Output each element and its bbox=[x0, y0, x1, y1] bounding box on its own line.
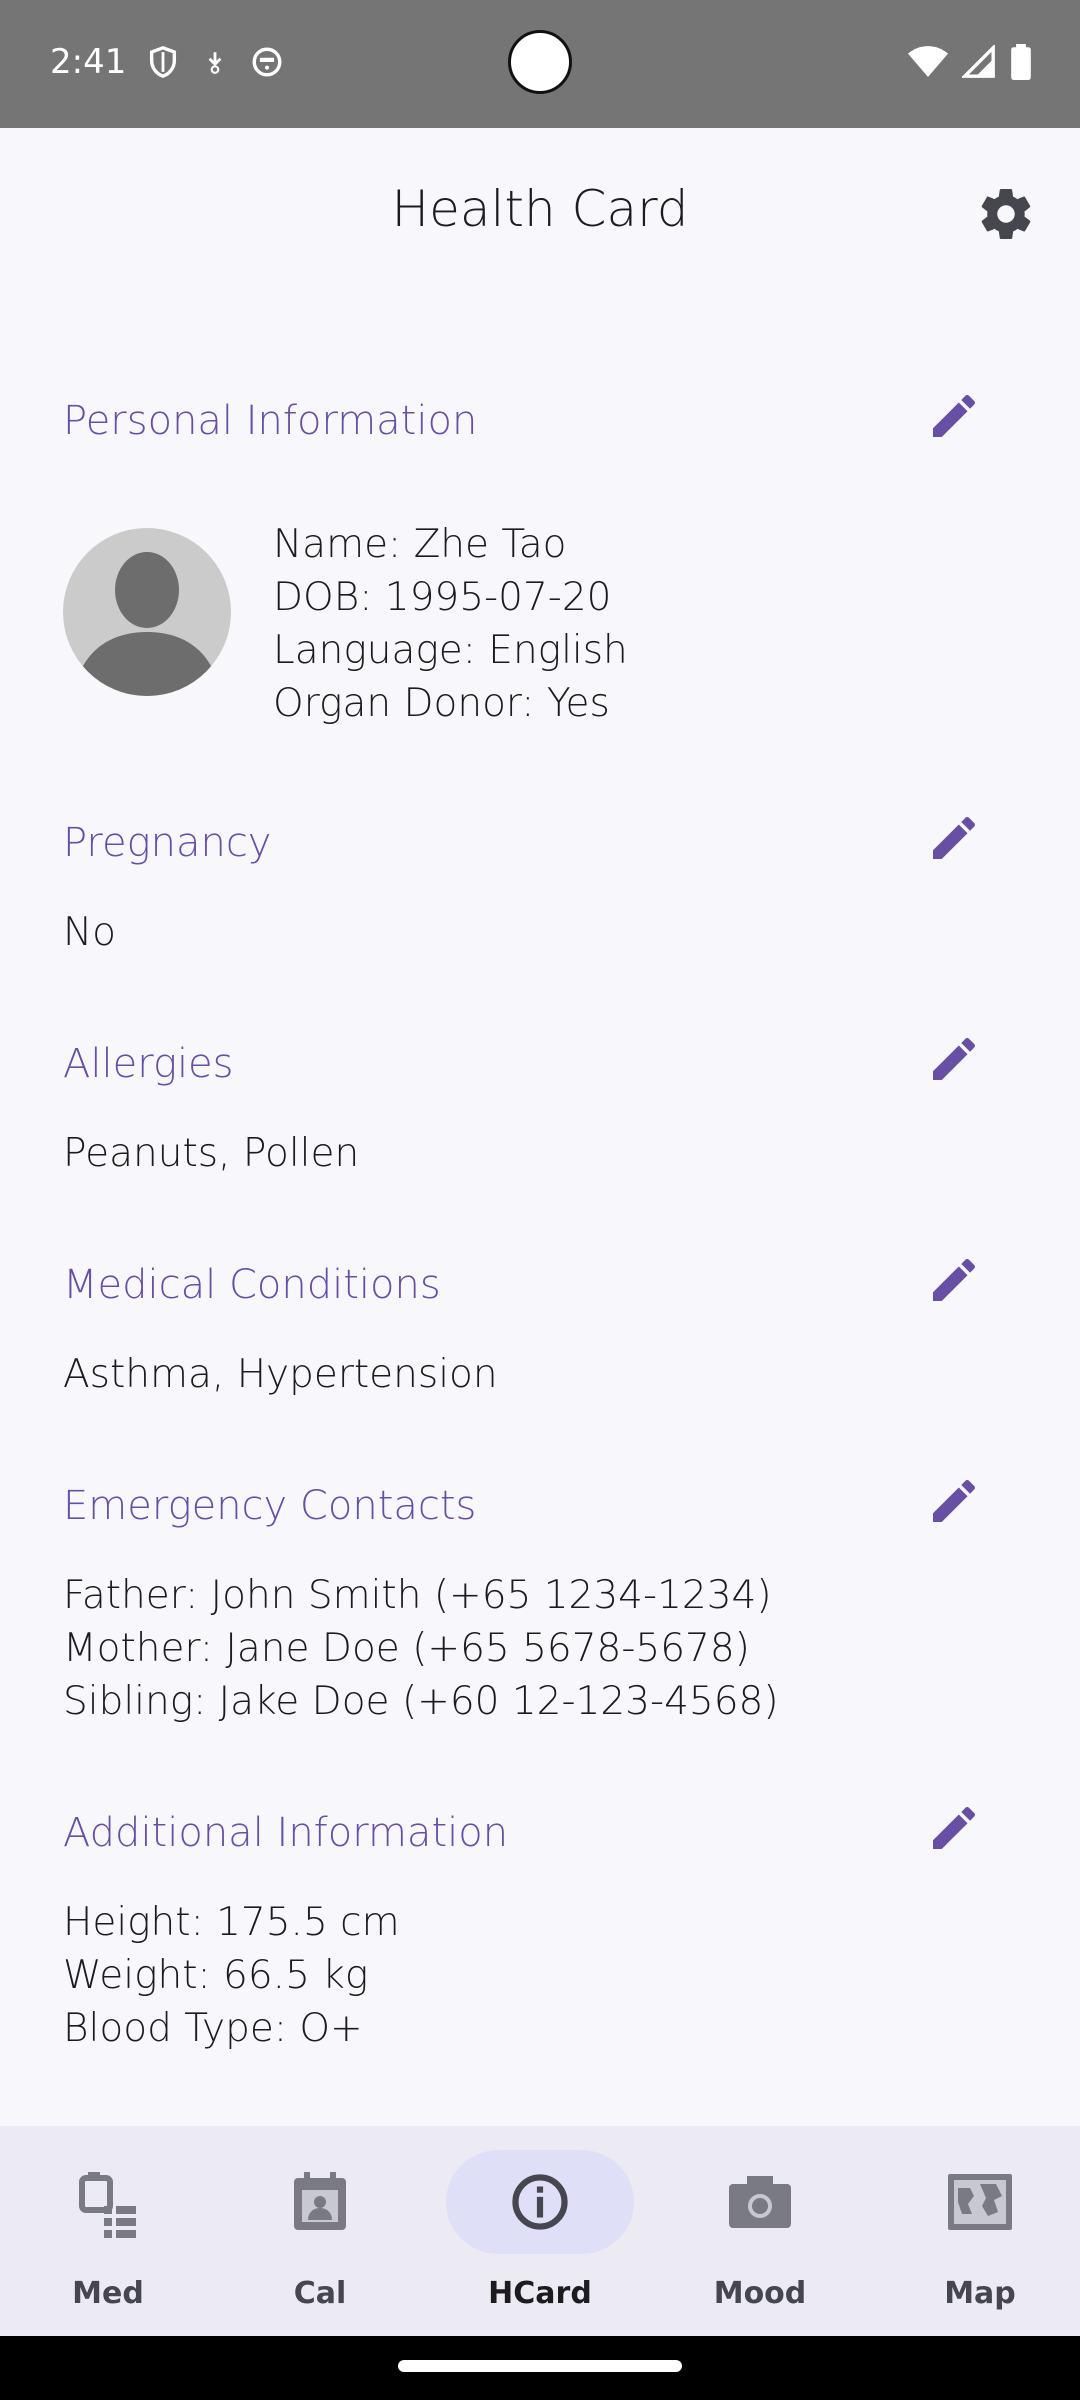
info-icon bbox=[512, 2174, 568, 2230]
person-silhouette-icon bbox=[73, 552, 221, 696]
gear-icon bbox=[981, 189, 1031, 240]
language-text: Language: English bbox=[273, 628, 628, 673]
status-icons-left bbox=[146, 44, 284, 80]
pencil-icon bbox=[933, 1037, 976, 1080]
nav-item-hcard[interactable]: HCard bbox=[432, 2126, 648, 2336]
organ-donor-text: Organ Donor: Yes bbox=[273, 681, 610, 726]
bottom-navigation: Med Cal HCard Mood Map bbox=[0, 2126, 1080, 2336]
nav-label-med: Med bbox=[72, 2276, 144, 2311]
nav-icon-container bbox=[446, 2150, 634, 2254]
battery-icon bbox=[1011, 44, 1031, 80]
nav-icon-container bbox=[666, 2150, 854, 2254]
contact-line: Sibling: Jake Doe (+60 12-123-4568) bbox=[63, 1679, 779, 1724]
pencil-icon bbox=[933, 1258, 976, 1301]
blood-type-text: Blood Type: O+ bbox=[63, 2006, 363, 2051]
shield-icon bbox=[149, 46, 177, 78]
nav-icon-container bbox=[226, 2150, 414, 2254]
name-text: Name: Zhe Tao bbox=[273, 522, 567, 567]
personal-details: Name: Zhe Tao DOB: 1995-07-20 Language: … bbox=[273, 518, 628, 730]
avatar bbox=[63, 528, 231, 696]
emergency-contacts-title: Emergency Contacts bbox=[63, 1483, 477, 1529]
status-icons-right bbox=[908, 44, 1032, 80]
page-title: Health Card bbox=[391, 180, 689, 238]
pencil-icon bbox=[933, 394, 976, 437]
nav-item-map[interactable]: Map bbox=[872, 2126, 1080, 2336]
nav-icon-container bbox=[886, 2150, 1074, 2254]
nav-icon-container bbox=[14, 2150, 202, 2254]
edit-emergency-contacts-button[interactable] bbox=[926, 1473, 982, 1529]
nav-label-map: Map bbox=[944, 2276, 1016, 2311]
signal-icon bbox=[962, 45, 995, 78]
weight-text: Weight: 66.5 kg bbox=[63, 1953, 369, 1998]
additional-information-title: Additional Information bbox=[63, 1810, 509, 1856]
home-gesture-handle[interactable] bbox=[398, 2360, 682, 2372]
medical-conditions-title: Medical Conditions bbox=[63, 1262, 441, 1308]
allergies-title: Allergies bbox=[63, 1041, 234, 1087]
edit-personal-information-button[interactable] bbox=[926, 388, 982, 444]
emergency-contacts-list: Father: John Smith (+65 1234-1234) Mothe… bbox=[63, 1569, 779, 1728]
edit-additional-information-button[interactable] bbox=[926, 1800, 982, 1856]
pencil-icon bbox=[933, 816, 976, 859]
nav-item-cal[interactable]: Cal bbox=[212, 2126, 428, 2336]
medical-conditions-value: Asthma, Hypertension bbox=[63, 1352, 498, 1397]
edit-pregnancy-button[interactable] bbox=[926, 810, 982, 866]
app-bar: Health Card bbox=[0, 128, 1080, 298]
camera-icon bbox=[729, 2176, 791, 2228]
nav-label-mood: Mood bbox=[713, 2276, 807, 2311]
nav-item-mood[interactable]: Mood bbox=[652, 2126, 868, 2336]
calendar-icon bbox=[294, 2172, 346, 2230]
dob-text: DOB: 1995-07-20 bbox=[273, 575, 612, 620]
medication-icon bbox=[79, 2172, 136, 2238]
pencil-icon bbox=[933, 1479, 976, 1522]
additional-information-list: Height: 175.5 cm Weight: 66.5 kg Blood T… bbox=[63, 1896, 400, 2055]
contact-line: Father: John Smith (+65 1234-1234) bbox=[63, 1573, 772, 1618]
pregnancy-title: Pregnancy bbox=[63, 820, 272, 866]
status-time: 2:41 bbox=[50, 42, 127, 82]
map-icon bbox=[948, 2174, 1012, 2230]
edit-allergies-button[interactable] bbox=[926, 1031, 982, 1087]
height-text: Height: 175.5 cm bbox=[63, 1900, 400, 1945]
nav-item-med[interactable]: Med bbox=[0, 2126, 216, 2336]
system-gesture-area bbox=[0, 2336, 1080, 2400]
nav-label-hcard: HCard bbox=[488, 2276, 592, 2311]
pregnancy-value: No bbox=[63, 910, 117, 955]
face-icon bbox=[252, 47, 282, 77]
camera-cutout bbox=[508, 30, 572, 94]
settings-button[interactable] bbox=[976, 184, 1036, 244]
personal-information-title: Personal Information bbox=[63, 398, 478, 444]
contact-line: Mother: Jane Doe (+65 5678-5678) bbox=[63, 1626, 750, 1671]
status-bar: 2:41 bbox=[0, 0, 1080, 128]
allergies-value: Peanuts, Pollen bbox=[63, 1131, 360, 1176]
download-arrow-icon bbox=[208, 52, 222, 74]
pencil-icon bbox=[933, 1806, 976, 1849]
nav-label-cal: Cal bbox=[293, 2276, 347, 2311]
wifi-icon bbox=[908, 46, 948, 77]
edit-medical-conditions-button[interactable] bbox=[926, 1252, 982, 1308]
